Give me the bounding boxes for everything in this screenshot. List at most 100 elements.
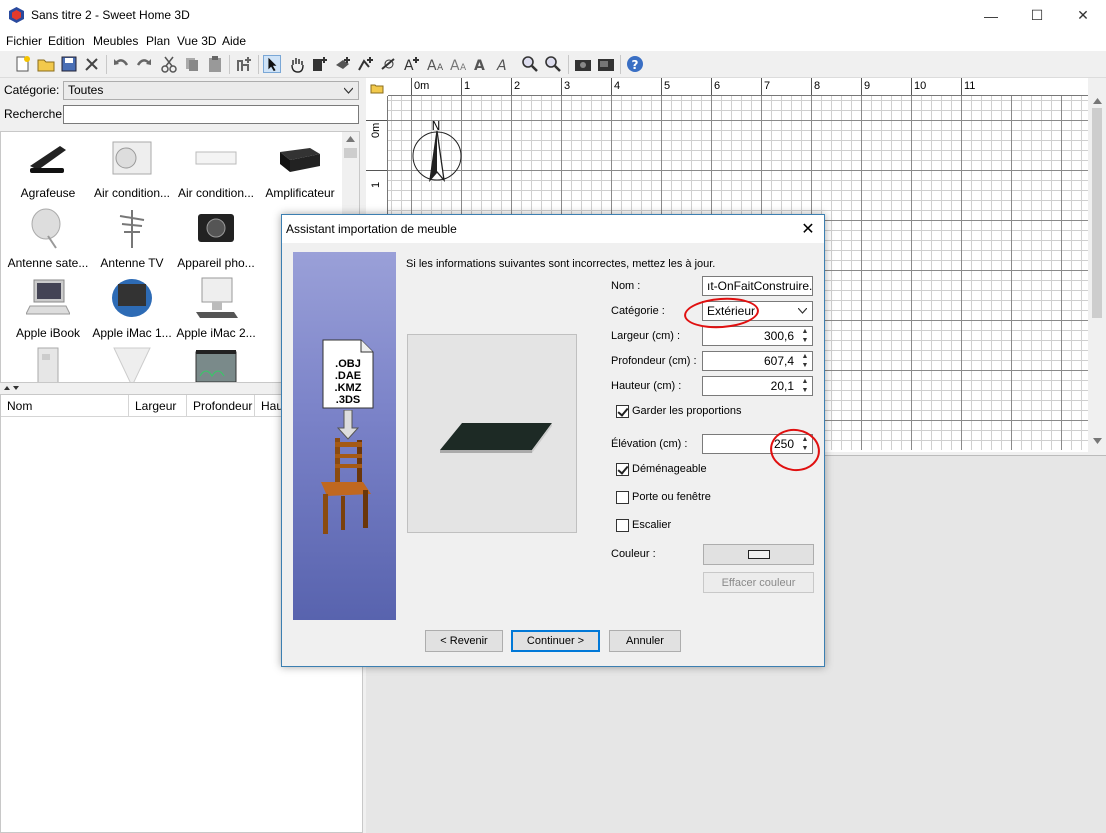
height-spinner[interactable]: 20,1 ▲ ▼ <box>702 376 813 396</box>
catalog-item[interactable] <box>5 344 91 382</box>
ruler-x-label: 8 <box>814 80 821 92</box>
copy-icon[interactable] <box>183 55 201 73</box>
column-header-largeur[interactable]: Largeur <box>129 395 187 417</box>
catalog-item[interactable]: Apple iBook <box>5 274 91 344</box>
catalog-item[interactable]: Antenne TV <box>89 204 175 274</box>
continue-button[interactable]: Continuer > <box>511 630 600 652</box>
catalog-item[interactable]: Apple iMac 1... <box>89 274 175 344</box>
catalog-item[interactable]: Antenne sate... <box>5 204 91 274</box>
save-icon[interactable] <box>60 55 78 73</box>
keep-proportions-checkbox[interactable] <box>616 405 629 418</box>
splitter-arrows-icon[interactable] <box>4 385 24 391</box>
svg-text:A: A <box>474 58 485 73</box>
zoom-out-icon[interactable] <box>544 55 562 73</box>
toolbar-separator <box>229 55 230 74</box>
decrease-text-icon[interactable]: AA <box>449 55 467 73</box>
scroll-up-icon[interactable] <box>1093 98 1102 104</box>
bold-text-icon[interactable]: A <box>472 55 490 73</box>
furniture-import-wizard-dialog: Assistant importation de meuble ✕ .OBJ .… <box>281 214 825 667</box>
menu-meubles[interactable]: Meubles <box>93 34 138 48</box>
ruler-x-label: 9 <box>864 80 871 92</box>
width-decrement[interactable]: ▼ <box>798 336 812 345</box>
model-preview[interactable] <box>407 334 577 533</box>
cut-icon[interactable] <box>160 55 178 73</box>
open-icon[interactable] <box>37 55 55 73</box>
window-titlebar: Sans titre 2 - Sweet Home 3D — ☐ ✕ <box>0 0 1106 31</box>
catalog-item[interactable]: Air condition... <box>89 134 175 204</box>
supported-formats-list: .OBJ .DAE .KMZ .3DS <box>321 358 375 406</box>
cancel-button[interactable]: Annuler <box>609 630 681 652</box>
undo-icon[interactable] <box>112 55 130 73</box>
create-photo-icon[interactable] <box>574 55 592 73</box>
chevron-down-icon <box>344 87 353 94</box>
catalog-item-label: Amplificateur <box>265 186 335 200</box>
toolbar-separator <box>258 55 259 74</box>
ruler-x-tick <box>911 78 912 95</box>
compass-icon[interactable]: N <box>407 119 467 183</box>
name-input[interactable]: ıt-OnFaitConstruire.Fr <box>702 276 813 296</box>
add-furniture-icon[interactable] <box>235 55 253 73</box>
menu-fichier[interactable]: Fichier <box>6 34 42 48</box>
depth-decrement[interactable]: ▼ <box>798 361 812 370</box>
zoom-in-icon[interactable] <box>521 55 539 73</box>
scroll-down-icon[interactable] <box>1093 438 1102 444</box>
door-window-checkbox[interactable] <box>616 491 629 504</box>
height-decrement[interactable]: ▼ <box>798 386 812 395</box>
ruler-x-tick <box>711 78 712 95</box>
plan-scroll-thumb[interactable] <box>1092 108 1102 318</box>
catalog-category-select[interactable]: Toutes <box>63 81 359 100</box>
back-button[interactable]: < Revenir <box>425 630 503 652</box>
create-rooms-icon[interactable] <box>334 55 352 73</box>
catalog-search-input[interactable] <box>63 105 359 124</box>
catalog-scroll-thumb[interactable] <box>344 148 357 158</box>
menu-aide[interactable]: Aide <box>222 34 246 48</box>
maximize-button[interactable]: ☐ <box>1014 0 1060 31</box>
ruler-x-label: 5 <box>664 80 671 92</box>
catalog-item[interactable] <box>89 344 175 382</box>
name-value: ıt-OnFaitConstruire.Fr <box>707 279 813 293</box>
catalog-item[interactable] <box>173 344 259 382</box>
help-icon[interactable]: ? <box>626 55 644 73</box>
create-dimensions-icon[interactable] <box>380 55 398 73</box>
italic-text-icon[interactable]: A <box>495 55 513 73</box>
catalog-item[interactable]: Agrafeuse <box>5 134 91 204</box>
add-text-icon[interactable]: A <box>403 55 421 73</box>
increase-text-icon[interactable]: AA <box>426 55 444 73</box>
amplifier-icon <box>280 148 320 172</box>
movable-checkbox[interactable] <box>616 463 629 476</box>
ruler-x-tick <box>761 78 762 95</box>
staircase-checkbox[interactable] <box>616 519 629 532</box>
minimize-button[interactable]: — <box>968 0 1014 31</box>
select-mode-icon[interactable] <box>263 55 281 73</box>
new-home-icon[interactable] <box>14 55 32 73</box>
catalog-search-label: Recherche: <box>4 107 66 121</box>
menu-edition[interactable]: Edition <box>48 34 85 48</box>
column-header-nom[interactable]: Nom <box>1 395 129 417</box>
create-walls-icon[interactable] <box>311 55 329 73</box>
depth-spinner[interactable]: 607,4 ▲ ▼ <box>702 351 813 371</box>
close-window-button[interactable]: ✕ <box>1060 0 1106 31</box>
plan-vertical-scrollbar[interactable] <box>1088 78 1106 452</box>
create-polylines-icon[interactable] <box>357 55 375 73</box>
menu-vue-3d[interactable]: Vue 3D <box>177 34 217 48</box>
menu-plan[interactable]: Plan <box>146 34 170 48</box>
redo-icon[interactable] <box>135 55 153 73</box>
column-header-profondeur[interactable]: Profondeur <box>187 395 255 417</box>
catalog-item[interactable]: Apple iMac 2... <box>173 274 259 344</box>
paste-icon[interactable] <box>206 55 224 73</box>
catalog-item[interactable]: Air condition... <box>173 134 259 204</box>
scroll-up-icon[interactable] <box>346 136 355 142</box>
ruler-x-tick <box>611 78 612 95</box>
catalog-item[interactable]: Amplificateur <box>257 134 343 204</box>
pan-mode-icon[interactable] <box>288 55 306 73</box>
color-button[interactable] <box>703 544 814 565</box>
imac-icon <box>112 279 152 317</box>
preferences-icon[interactable] <box>83 55 101 73</box>
dialog-close-button[interactable]: ✕ <box>798 219 818 239</box>
wizard-side-banner: .OBJ .DAE .KMZ .3DS <box>293 252 396 620</box>
catalog-item[interactable]: Appareil pho... <box>173 204 259 274</box>
create-video-icon[interactable] <box>597 55 615 73</box>
catalog-category-label: Catégorie: <box>4 83 60 97</box>
width-spinner[interactable]: 300,6 ▲ ▼ <box>702 326 813 346</box>
ruler-x-tick <box>411 78 412 95</box>
